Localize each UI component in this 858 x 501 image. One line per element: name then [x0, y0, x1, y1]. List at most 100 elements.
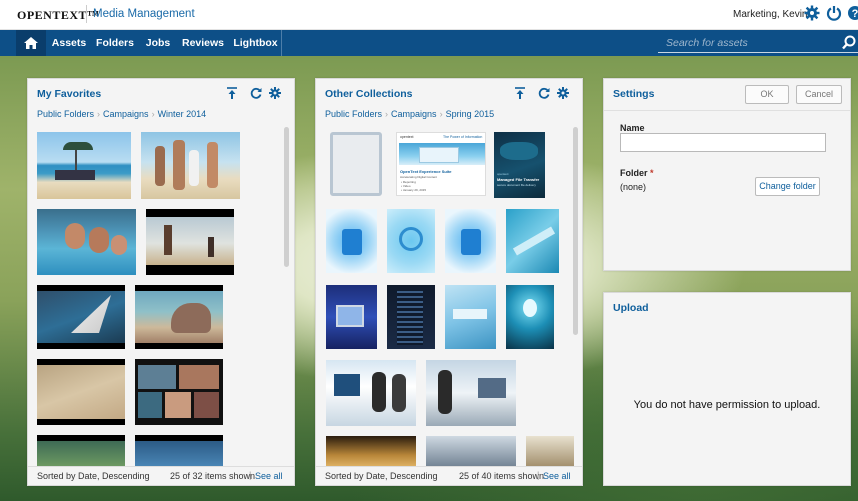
breadcrumb-separator: ›	[439, 109, 443, 119]
breadcrumb-item[interactable]: Public Folders	[37, 109, 94, 119]
thumbnail-blue-object[interactable]	[326, 209, 377, 273]
scrollbar[interactable]	[573, 127, 578, 335]
nav-lightbox[interactable]: Lightbox	[230, 30, 282, 56]
upload-panel: Upload You do not have permission to upl…	[603, 292, 851, 486]
brochure-brand: opentext	[400, 135, 414, 139]
collections-panel: Other Collections Public Folders › Campaig…	[315, 78, 583, 486]
thumbnail-rocks[interactable]	[135, 285, 223, 349]
thumbnail-blue-object[interactable]	[445, 209, 496, 273]
item-count: 25 of 32 items shown	[170, 471, 256, 481]
required-marker: *	[650, 168, 654, 178]
sort-label[interactable]: Sorted by Date, Descending	[37, 471, 150, 481]
thumbnail-partial[interactable]	[526, 436, 574, 468]
move-top-icon[interactable]	[513, 87, 527, 102]
breadcrumb-separator: ›	[385, 109, 389, 119]
brochure-tagline: The Power of Information	[443, 135, 483, 139]
header-divider	[604, 110, 850, 111]
collections-footer: Sorted by Date, Descending 25 of 40 item…	[316, 466, 582, 485]
user-name[interactable]: Marketing, Kevin	[733, 9, 807, 20]
thumbnail-sailing[interactable]	[37, 285, 125, 349]
refresh-icon[interactable]	[537, 87, 551, 102]
search-icon[interactable]	[842, 35, 856, 51]
svg-text:?: ?	[852, 8, 858, 20]
home-icon[interactable]	[16, 30, 46, 56]
search-box	[658, 33, 858, 53]
see-all-link[interactable]: See all	[255, 471, 283, 481]
folder-label: Folder *	[620, 168, 654, 178]
thumbnail-sand[interactable]	[37, 359, 125, 425]
nav-bar: Assets Folders Jobs Reviews Lightbox	[0, 30, 858, 56]
collections-breadcrumb: Public Folders › Campaigns › Spring 2015	[325, 109, 494, 119]
thumbnail-blue-outlet[interactable]	[387, 209, 435, 273]
help-icon[interactable]: ?	[845, 5, 858, 23]
thumbnail-computer-lab[interactable]	[426, 360, 516, 426]
top-bar: OPENTEXT™ Media Management Marketing, Ke…	[0, 0, 858, 30]
change-folder-button[interactable]: Change folder	[755, 177, 820, 196]
breadcrumb-item[interactable]: Winter 2014	[158, 109, 207, 119]
search-input[interactable]	[658, 33, 840, 53]
breadcrumb-separator: ›	[97, 109, 101, 119]
sort-label[interactable]: Sorted by Date, Descending	[325, 471, 438, 481]
nav-assets[interactable]: Assets	[48, 30, 90, 56]
favorites-title: My Favorites	[37, 88, 102, 100]
folder-value: (none)	[620, 182, 647, 192]
gear-icon[interactable]	[803, 5, 821, 23]
nav-folders[interactable]: Folders	[92, 30, 138, 56]
brand-divider	[86, 5, 87, 23]
thumbnail-beach-umbrella[interactable]	[37, 132, 131, 199]
brochure-heading: OpenText Experience Suite	[400, 169, 452, 174]
thumbnail-partial[interactable]	[426, 436, 516, 468]
name-label: Name	[620, 123, 645, 133]
brochure-bullet: • January 29, 2015	[401, 188, 427, 192]
folder-label-text: Folder	[620, 168, 648, 178]
breadcrumb-item[interactable]: Campaigns	[391, 109, 437, 119]
brochure-subtitle: Accelerating Digital Content	[400, 175, 438, 179]
divider: |	[537, 470, 540, 480]
thumbnail-partial[interactable]	[326, 436, 416, 468]
upload-title: Upload	[613, 302, 649, 314]
thumbnail-pool-family[interactable]	[37, 209, 136, 275]
thumbnail-brochure[interactable]: opentext The Power of Information OpenTe…	[396, 132, 486, 196]
nav-jobs[interactable]: Jobs	[140, 30, 176, 56]
mft-brand: opentext	[497, 172, 509, 176]
item-count: 25 of 40 items shown	[459, 471, 545, 481]
gear-icon[interactable]	[556, 87, 570, 102]
thumbnail-collage[interactable]	[135, 359, 223, 425]
cancel-button[interactable]: Cancel	[796, 85, 842, 104]
collections-title: Other Collections	[325, 88, 413, 100]
see-all-link[interactable]: See all	[543, 471, 571, 481]
name-field[interactable]	[620, 133, 826, 152]
refresh-icon[interactable]	[249, 87, 263, 102]
breadcrumb-item[interactable]: Public Folders	[325, 109, 382, 119]
thumbnail-family-beach[interactable]	[141, 132, 240, 199]
thumbnail-partial[interactable]	[37, 435, 125, 467]
thumbnail-managed-file-transfer[interactable]: opentext Managed File Transfer secure do…	[494, 132, 545, 198]
divider: |	[249, 470, 252, 480]
scrollbar[interactable]	[284, 127, 289, 267]
thumbnail-server-rack[interactable]	[387, 285, 435, 349]
favorites-breadcrumb: Public Folders › Campaigns › Winter 2014	[37, 109, 206, 119]
thumbnail-partial[interactable]	[135, 435, 223, 467]
settings-title: Settings	[613, 88, 655, 100]
app-name[interactable]: Media Management	[93, 8, 195, 20]
settings-panel: Settings OK Cancel Name Folder * (none) …	[603, 78, 851, 271]
breadcrumb-item[interactable]: Campaigns	[103, 109, 149, 119]
thumbnail-blue-cable[interactable]	[506, 209, 559, 273]
gear-icon[interactable]	[268, 87, 282, 102]
move-top-icon[interactable]	[225, 87, 239, 102]
thumbnail-computer-desk[interactable]	[326, 285, 377, 349]
favorites-footer: Sorted by Date, Descending 25 of 32 item…	[28, 466, 294, 485]
thumbnail-document-text[interactable]	[445, 285, 496, 349]
ok-button[interactable]: OK	[745, 85, 789, 104]
brand-logo: OPENTEXT™	[17, 8, 100, 22]
thumbnail-light-bulb[interactable]	[506, 285, 554, 349]
thumbnail-office-workers[interactable]	[326, 360, 416, 426]
thumbnail-blank-document[interactable]	[330, 132, 382, 196]
nav-reviews[interactable]: Reviews	[178, 30, 228, 56]
upload-permission-message: You do not have permission to upload.	[633, 399, 821, 411]
power-icon[interactable]	[825, 5, 843, 23]
thumbnail-beach-walk[interactable]	[146, 209, 234, 275]
favorites-panel: My Favorites Public Folders › Campaigns › Wi…	[27, 78, 295, 486]
mft-title: Managed File Transfer	[497, 177, 540, 182]
breadcrumb-item[interactable]: Spring 2015	[446, 109, 495, 119]
